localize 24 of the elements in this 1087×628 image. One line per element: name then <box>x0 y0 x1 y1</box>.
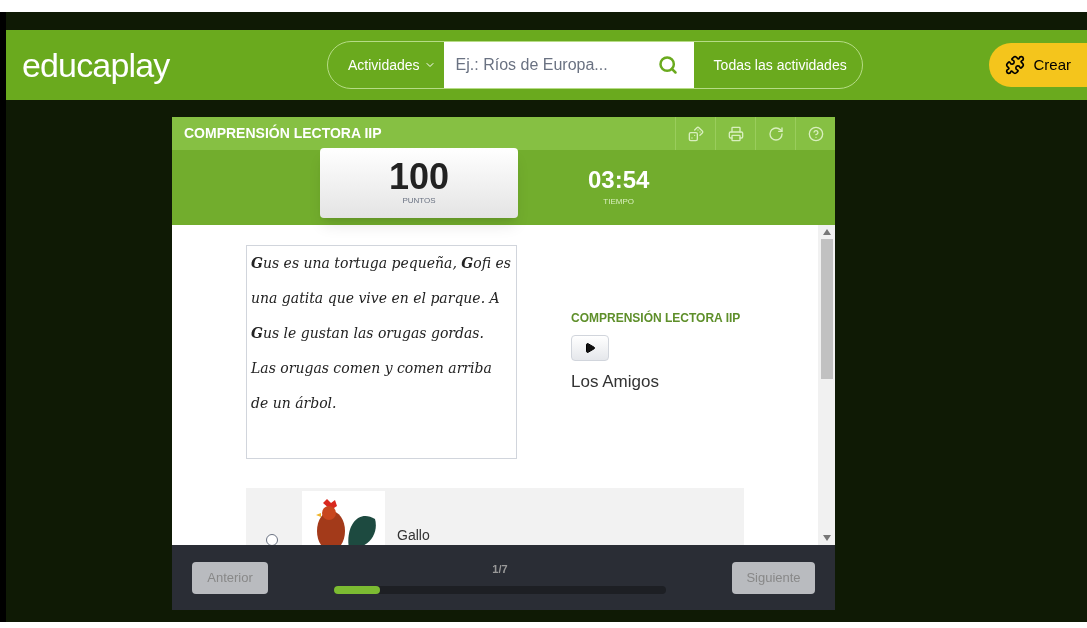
timer-value: 03:54 <box>588 168 650 192</box>
timer-label: TIEMPO <box>603 196 635 208</box>
scrollbar-thumb[interactable] <box>820 239 833 379</box>
answer-option[interactable]: Gallo <box>246 488 744 545</box>
search-button[interactable] <box>657 42 694 88</box>
question-text: Los Amigos <box>571 371 659 394</box>
option-label: Gallo <box>397 528 430 542</box>
score-value: 100 <box>388 159 450 195</box>
play-button[interactable] <box>571 335 609 362</box>
reading-text: Gus es una tortuga pequeña, Gofi es una gatita que vive en el parque. A Gus le gustan las orugas gordas. Las orugas comen y comen arriba de un árbol. <box>246 245 517 459</box>
puzzle-icon <box>1005 55 1026 75</box>
search-field[interactable]: Ej.: Ríos de Europa... <box>443 42 658 88</box>
play-icon <box>584 342 596 355</box>
activity-title: COMPRENSIÓN LECTORA IIP <box>183 123 383 143</box>
all-activities-link[interactable]: Todas las actividades <box>693 54 862 76</box>
search-icon <box>657 55 678 75</box>
scroll-down-arrow-icon[interactable] <box>822 535 831 541</box>
category-dropdown[interactable]: Actividades <box>328 42 444 88</box>
score-label: PUNTOS <box>402 195 436 207</box>
create-button[interactable]: Crear <box>989 43 1087 87</box>
scroll-up-arrow-icon[interactable] <box>822 229 831 235</box>
page-counter: 1/7 <box>492 562 508 578</box>
logo[interactable]: educaplay <box>22 39 327 91</box>
question-title: COMPRENSIÓN LECTORA IIP <box>571 309 741 328</box>
